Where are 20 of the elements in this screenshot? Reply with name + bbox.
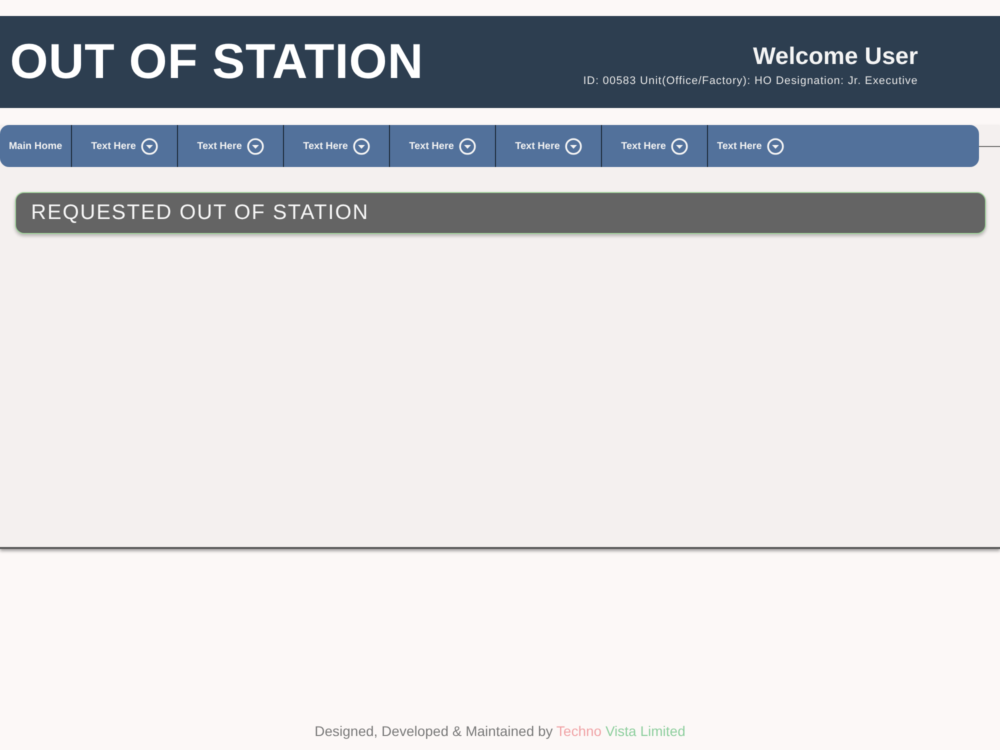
nav-dropdown-button[interactable]: Text Here (708, 125, 814, 167)
nav-dropdown-button[interactable]: Text Here (602, 125, 708, 167)
dropdown-caret-icon (140, 138, 158, 154)
dropdown-caret-icon (766, 138, 784, 154)
user-info-text: ID: 00583 Unit(Office/Factory): HO Designation: Jr. Executive (583, 76, 918, 87)
page-title: OUT OF STATION (10, 38, 424, 86)
dropdown-caret-icon (246, 138, 264, 154)
nav-link[interactable]: Main Home (0, 125, 72, 167)
dropdown-caret-icon (670, 138, 688, 154)
dropdown-caret-icon (352, 138, 370, 154)
nav-dropdown-button[interactable]: Text Here (390, 125, 496, 167)
nav-dropdown-button[interactable]: Text Here (284, 125, 390, 167)
nav-dropdown-button[interactable]: Text Here (178, 125, 284, 167)
welcome-text: Welcome User (753, 45, 918, 69)
dropdown-caret-icon (564, 138, 582, 154)
nav-dropdown-button[interactable]: Text Here (72, 125, 178, 167)
dropdown-caret-icon (458, 138, 476, 154)
nav-dropdown-button[interactable]: Text Here (496, 125, 602, 167)
section-title: REQUESTED OUT OF STATION (31, 200, 369, 226)
footer-credit: Designed, Developed & Maintained by Techno Vista Limited (314, 722, 686, 741)
